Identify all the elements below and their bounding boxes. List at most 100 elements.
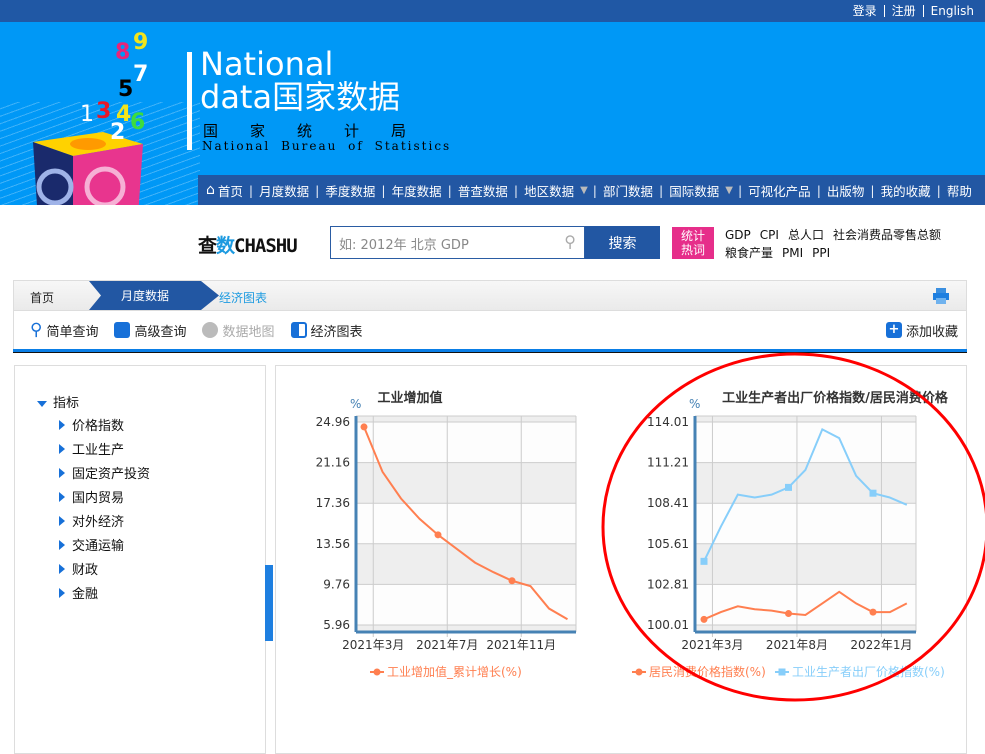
tree-item-label: 交通运输: [72, 539, 125, 554]
caret-right-icon: [59, 444, 65, 454]
caret-right-icon: [59, 420, 65, 430]
logo-national: National: [200, 45, 334, 83]
caret-right-icon: [59, 468, 65, 478]
sidebar-scrollbar[interactable]: [265, 565, 273, 641]
digit-1: 1: [80, 102, 94, 127]
dropdown-icon: ▼: [725, 184, 733, 196]
tree-item-price-index[interactable]: 价格指数: [59, 415, 124, 434]
add-favorite-button[interactable]: + 添加收藏: [885, 321, 958, 340]
logo-shu: 数: [216, 235, 235, 257]
tree-item-finance[interactable]: 金融: [59, 583, 98, 602]
simple-query-button[interactable]: ⚲ 简单查询: [30, 320, 98, 340]
map-icon: [202, 322, 219, 338]
hot-label-2: 热词: [680, 243, 705, 257]
nav-census[interactable]: 普查数据: [452, 181, 514, 200]
chashu-logo: 查数CHASHU: [198, 231, 298, 258]
search-input[interactable]: 如: 2012年 北京 GDP ⚲: [330, 226, 585, 259]
nav-monthly[interactable]: 月度数据: [253, 181, 315, 200]
caret-down-icon: [37, 400, 47, 407]
tree-item-label: 金融: [72, 587, 99, 602]
toolbar-divider: [13, 349, 967, 353]
chart-panel: [275, 365, 967, 754]
tree-root[interactable]: 指标: [37, 392, 79, 411]
hot-word[interactable]: 总人口: [788, 228, 824, 242]
caret-right-icon: [59, 516, 65, 526]
nav-annual[interactable]: 年度数据: [386, 181, 448, 200]
login-link[interactable]: 登录: [846, 5, 884, 17]
print-icon[interactable]: [932, 287, 950, 305]
simple-query-label: 简单查询: [46, 324, 99, 340]
nav-international[interactable]: 国际数据: [663, 181, 725, 200]
digit-7: 7: [133, 62, 149, 87]
register-link[interactable]: 注册: [883, 5, 923, 17]
logo-chashu: CHASHU: [234, 235, 298, 257]
chart-icon: [290, 322, 307, 338]
logo-data-cn: 国家数据: [272, 78, 401, 116]
nav-quarterly[interactable]: 季度数据: [319, 181, 381, 200]
digit-5: 5: [118, 77, 134, 102]
data-map-button[interactable]: 数据地图: [202, 321, 275, 340]
dropdown-icon: ▼: [580, 184, 588, 196]
hot-word[interactable]: 社会消费品零售总额: [833, 228, 941, 242]
breadcrumb-home[interactable]: 首页: [30, 289, 54, 306]
tree-root-label: 指标: [53, 396, 80, 411]
breadcrumb-monthly[interactable]: 月度数据: [89, 281, 219, 310]
advanced-query-label: 高级查询: [134, 324, 187, 340]
breadcrumb-charts[interactable]: 经济图表: [219, 289, 267, 306]
hot-label-1: 统计: [680, 229, 705, 243]
hot-words-badge: 统计 热词: [672, 227, 714, 259]
tree-item-foreign-economy[interactable]: 对外经济: [59, 511, 124, 530]
tree-item-finance-public[interactable]: 财政: [59, 559, 98, 578]
cube-logo-icon: [33, 132, 143, 205]
hot-word[interactable]: PPI: [812, 246, 830, 260]
hot-word[interactable]: PMI: [782, 246, 803, 260]
nav-home[interactable]: 首页: [215, 181, 249, 200]
nav-publications[interactable]: 出版物: [821, 181, 871, 200]
tree-item-label: 对外经济: [72, 515, 125, 530]
advanced-query-button[interactable]: 高级查询: [114, 321, 186, 340]
advanced-search-icon: [114, 322, 131, 338]
tree-item-label: 价格指数: [72, 419, 125, 434]
top-bar: 登录 注册 English: [0, 0, 985, 22]
digit-8: 8: [115, 40, 131, 65]
data-map-label: 数据地图: [222, 324, 275, 340]
tree-item-domestic-trade[interactable]: 国内贸易: [59, 487, 124, 506]
logo-cha: 查: [198, 235, 217, 257]
caret-right-icon: [59, 564, 65, 574]
logo-bureau-cn: 国家统计局: [203, 122, 439, 140]
add-favorite-label: 添加收藏: [905, 324, 958, 340]
logo-bureau-en: National Bureau of Statistics: [202, 139, 452, 153]
tree-item-transport[interactable]: 交通运输: [59, 535, 124, 554]
tree-item-label: 财政: [72, 563, 99, 578]
hot-words: GDP CPI 总人口 社会消费品零售总额 粮食产量 PMI PPI: [725, 226, 950, 262]
sidebar: 指标 价格指数 工业生产 固定资产投资 国内贸易 对外经济 交通运输 财政 金融: [14, 365, 266, 754]
english-link[interactable]: English: [922, 5, 981, 17]
nav-department[interactable]: 部门数据: [597, 181, 659, 200]
nav-visualization[interactable]: 可视化产品: [742, 181, 817, 200]
search-icon: ⚲: [564, 232, 576, 251]
tree-item-fixed-investment[interactable]: 固定资产投资: [59, 463, 150, 482]
digit-6: 6: [130, 110, 146, 135]
hot-word[interactable]: 粮食产量: [725, 246, 773, 260]
logo-data-en: data: [200, 78, 273, 116]
home-icon: ⌂: [206, 182, 215, 198]
tree-item-label: 固定资产投资: [72, 467, 151, 482]
main-nav: ⌂ 首页 | 月度数据 | 季度数据 | 年度数据 | 普查数据 | 地区数据 ▼ | 部门数…: [198, 175, 985, 205]
tree-item-label: 国内贸易: [72, 491, 125, 506]
search-button[interactable]: 搜索: [585, 226, 660, 259]
tree-item-industry[interactable]: 工业生产: [59, 439, 124, 458]
caret-right-icon: [59, 588, 65, 598]
hot-word[interactable]: CPI: [760, 228, 779, 242]
digit-2: 2: [110, 120, 126, 145]
plus-icon: +: [885, 322, 902, 338]
nav-help[interactable]: 帮助: [941, 181, 978, 200]
search-icon: ⚲: [30, 320, 43, 340]
economic-charts-button[interactable]: 经济图表: [290, 321, 363, 340]
nav-regional[interactable]: 地区数据: [518, 181, 580, 200]
toolbar: ⚲ 简单查询 高级查询 数据地图 经济图表 + 添加收藏: [13, 311, 967, 349]
economic-charts-label: 经济图表: [310, 324, 363, 340]
caret-right-icon: [59, 492, 65, 502]
digit-9: 9: [133, 30, 149, 55]
nav-favorites[interactable]: 我的收藏: [875, 181, 937, 200]
hot-word[interactable]: GDP: [725, 228, 751, 242]
